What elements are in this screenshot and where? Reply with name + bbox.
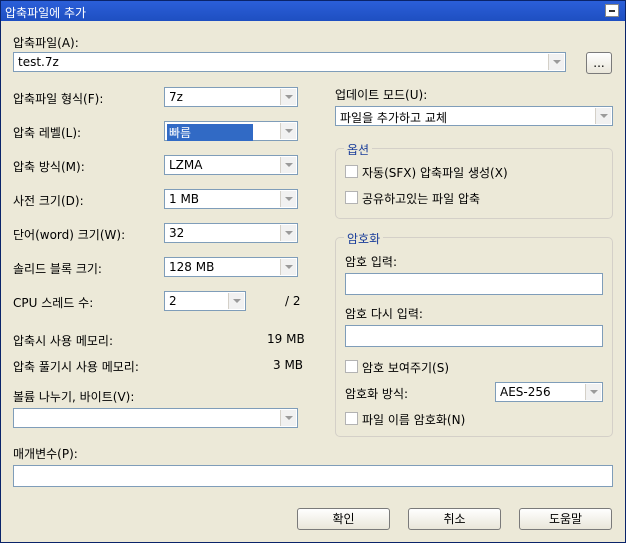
chevron-down-icon[interactable] [585,384,601,400]
shared-checkbox[interactable] [345,191,358,204]
cpu-max: / 2 [285,294,301,308]
sfx-label: 자동(SFX) 압축파일 생성(X) [362,166,508,180]
level-label: 압축 레벨(L): [13,126,82,140]
solid-value: 128 MB [169,260,215,274]
minimize-icon[interactable] [605,4,619,17]
window-title: 압축파일에 추가 [5,6,87,20]
word-label: 단어(word) 크기(W): [13,228,126,242]
level-select[interactable]: 빠름 [164,121,298,141]
reenter-password-input[interactable] [345,325,603,347]
password-label: 암호 입력: [345,255,398,269]
chevron-down-icon[interactable] [228,293,244,309]
ok-button[interactable]: 확인 [297,508,390,530]
dict-select[interactable]: 1 MB [164,189,298,209]
chevron-down-icon[interactable] [280,123,296,139]
chevron-down-icon[interactable] [595,108,611,124]
help-button[interactable]: 도움말 [519,508,612,530]
reenter-label: 암호 다시 입력: [345,307,423,321]
cpu-value: 2 [169,294,177,308]
params-input[interactable] [13,465,613,487]
title-bar: 압축파일에 추가 [1,1,625,21]
archive-label: 압축파일(A): [13,36,79,50]
archive-path-combo[interactable]: test.7z [13,52,566,72]
cpu-select[interactable]: 2 [164,291,246,311]
params-label: 매개변수(P): [13,447,78,461]
password-input[interactable] [345,273,603,295]
word-select[interactable]: 32 [164,223,298,243]
method-select[interactable]: LZMA [164,155,298,175]
encryption-caption: 암호화 [344,230,384,247]
format-value: 7z [169,90,183,104]
format-select[interactable]: 7z [164,87,298,107]
word-value: 32 [169,226,185,240]
show-password-label: 암호 보여주기(S) [362,361,450,375]
solid-label: 솔리드 블록 크기: [13,262,102,276]
dict-value: 1 MB [169,192,200,206]
sfx-checkbox[interactable] [345,165,358,178]
chevron-down-icon[interactable] [280,157,296,173]
mem-compress-label: 압축시 사용 메모리: [13,334,113,348]
chevron-down-icon[interactable] [280,259,296,275]
mem-decompress-value: 3 MB [273,358,304,372]
chevron-down-icon[interactable] [280,225,296,241]
volume-combo[interactable] [13,408,298,428]
show-password-checkbox[interactable] [345,360,358,373]
chevron-down-icon[interactable] [280,410,296,426]
encrypt-names-label: 파일 이름 암호화(N) [362,413,466,427]
encryption-method-label: 암호화 방식: [345,387,409,401]
chevron-down-icon[interactable] [280,89,296,105]
volume-label: 볼륨 나누기, 바이트(V): [13,390,135,404]
format-label: 압축파일 형식(F): [13,92,104,106]
options-group: 옵션 [335,141,613,219]
update-value: 파일을 추가하고 교체 [340,111,447,125]
method-value: LZMA [169,158,203,172]
chevron-down-icon[interactable] [280,191,296,207]
cancel-button[interactable]: 취소 [408,508,501,530]
shared-label: 공유하고있는 파일 압축 [362,192,481,206]
update-select[interactable]: 파일을 추가하고 교체 [335,106,613,126]
cpu-label: CPU 스레드 수: [13,296,94,310]
mem-decompress-label: 압축 풀기시 사용 메모리: [13,360,139,374]
mem-compress-value: 19 MB [267,332,305,346]
solid-select[interactable]: 128 MB [164,257,298,277]
dict-label: 사전 크기(D): [13,194,84,208]
add-to-archive-dialog: 압축파일에 추가 압축파일(A): test.7z ... 압축파일 형식(F)… [0,0,626,543]
options-caption: 옵션 [344,141,373,158]
encrypt-names-checkbox[interactable] [345,412,358,425]
method-label: 압축 방식(M): [13,160,85,174]
chevron-down-icon[interactable] [548,54,564,70]
level-value: 빠름 [167,124,254,141]
archive-path-value: test.7z [18,55,59,69]
encryption-method-value: AES-256 [500,385,551,399]
update-label: 업데이트 모드(U): [335,88,428,102]
encryption-method-select[interactable]: AES-256 [495,382,603,402]
browse-button[interactable]: ... [586,52,612,74]
